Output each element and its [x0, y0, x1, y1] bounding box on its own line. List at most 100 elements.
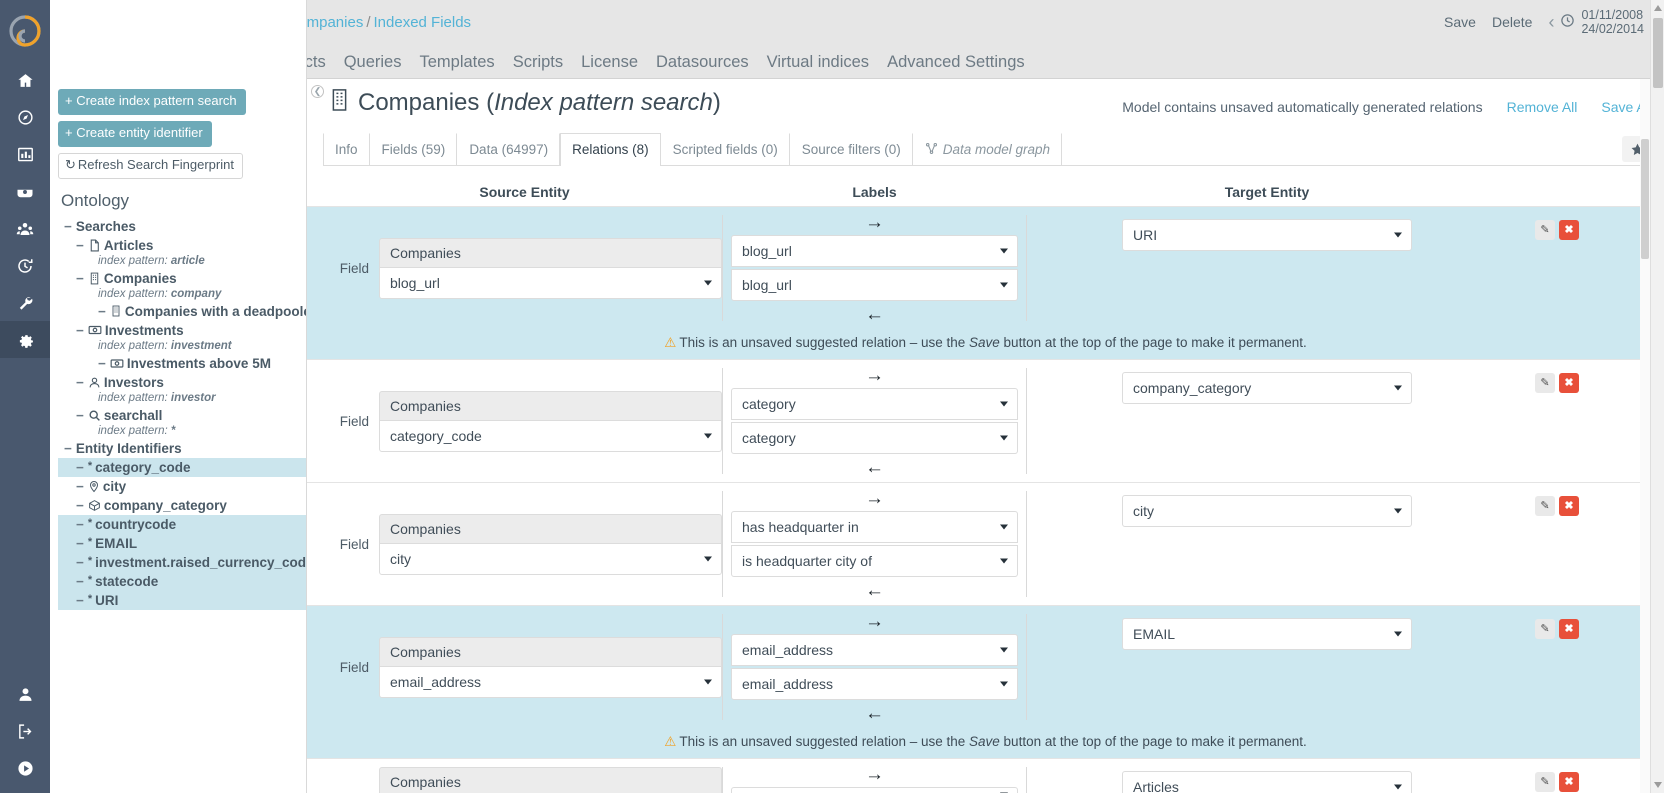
- label-backward-select[interactable]: category: [731, 422, 1018, 454]
- sidebar-item-companies[interactable]: − Companies index pattern: company: [58, 269, 307, 302]
- close-icon[interactable]: ✖: [1559, 619, 1579, 639]
- tab-info[interactable]: Info: [323, 133, 370, 165]
- refresh-search-fingerprint-button[interactable]: ↻ Refresh Search Fingerprint: [58, 152, 243, 179]
- delete-button[interactable]: Delete: [1492, 14, 1532, 30]
- close-icon[interactable]: ✖: [1559, 373, 1579, 393]
- save-button[interactable]: Save: [1444, 14, 1476, 30]
- target-entity-select[interactable]: URI: [1122, 219, 1412, 251]
- source-entity-name: Companies: [379, 237, 722, 267]
- sidebar-item-city[interactable]: − city: [58, 477, 307, 496]
- sidebar-item-companies-deadpooled[interactable]: − Companies with a deadpooled date: [58, 302, 351, 321]
- time-range-picker[interactable]: ‹ 01/11/2008 24/02/2014 ›: [1548, 8, 1656, 36]
- create-index-pattern-search-button[interactable]: + Create index pattern search: [58, 89, 246, 115]
- page-scrollbar-thumb[interactable]: [1653, 18, 1663, 88]
- sidebar-item-statecode[interactable]: − * statecode: [58, 571, 307, 591]
- tab-relations[interactable]: Relations (8): [560, 133, 661, 166]
- label-forward-select[interactable]: category: [731, 388, 1018, 420]
- target-entity-select[interactable]: company_category: [1122, 372, 1412, 404]
- close-icon[interactable]: ✖: [1559, 220, 1579, 240]
- sidebar-item-articles[interactable]: − Articles index pattern: article: [58, 236, 307, 269]
- source-field-select[interactable]: email_address: [379, 665, 722, 698]
- wrench-icon[interactable]: [0, 284, 50, 321]
- scroll-up-icon[interactable]: [1654, 5, 1662, 11]
- target-entity-select[interactable]: EMAIL: [1122, 618, 1412, 650]
- target-entity-select[interactable]: city: [1122, 495, 1412, 527]
- close-icon[interactable]: ✖: [1559, 496, 1579, 516]
- label-backward-select[interactable]: blog_url: [731, 269, 1018, 301]
- tree-group-searches[interactable]: − Searches: [58, 217, 307, 236]
- label-forward-select[interactable]: [731, 787, 1018, 793]
- source-field-select[interactable]: category_code: [379, 419, 722, 452]
- tab-scripted-fields[interactable]: Scripted fields (0): [660, 133, 790, 165]
- time-range-text[interactable]: 01/11/2008 24/02/2014: [1581, 8, 1644, 36]
- label-forward-select[interactable]: email_address: [731, 634, 1018, 666]
- create-entity-identifier-button[interactable]: + Create entity identifier: [58, 120, 212, 147]
- pencil-icon[interactable]: ✎: [1535, 772, 1555, 792]
- play-icon[interactable]: [0, 750, 50, 787]
- tab-data-model-graph[interactable]: Data model graph: [912, 133, 1063, 165]
- date-from: 01/11/2008: [1581, 8, 1644, 22]
- tab-templates[interactable]: Templates: [410, 53, 503, 78]
- tab-datasources[interactable]: Datasources: [647, 53, 758, 78]
- tab-license[interactable]: License: [572, 53, 647, 78]
- remove-all-button[interactable]: Remove All: [1507, 99, 1578, 115]
- sidebar-item-investors[interactable]: − Investors index pattern: investor: [58, 373, 307, 406]
- sidebar-item-label: searchall: [103, 407, 163, 423]
- close-icon[interactable]: ✖: [1559, 772, 1579, 792]
- sidebar-item-countrycode[interactable]: − * countrycode: [58, 514, 307, 534]
- inner-scrollbar-thumb[interactable]: [1641, 139, 1649, 259]
- inner-scrollbar-track[interactable]: [1640, 79, 1650, 793]
- sidebar-item-uri[interactable]: − * URI: [58, 590, 307, 610]
- label-forward-select[interactable]: blog_url: [731, 235, 1018, 267]
- target-entity-select[interactable]: Articles: [1122, 771, 1412, 793]
- pencil-icon[interactable]: ✎: [1535, 373, 1555, 393]
- sidebar-item-category-code[interactable]: − * category_code: [58, 457, 307, 477]
- kibi-logo[interactable]: [0, 0, 50, 62]
- dashboard-icon[interactable]: [0, 173, 50, 210]
- logout-icon[interactable]: [0, 713, 50, 750]
- document-icon: [88, 239, 101, 252]
- source-field-select[interactable]: blog_url: [379, 266, 722, 299]
- tab-virtual-indices[interactable]: Virtual indices: [758, 53, 878, 78]
- label-backward-select[interactable]: email_address: [731, 668, 1018, 700]
- gear-icon[interactable]: [0, 321, 50, 358]
- page-title-end: ): [712, 89, 721, 116]
- source-entity-stack: Companies: [379, 767, 722, 793]
- scroll-down-icon[interactable]: [1654, 782, 1662, 788]
- people-icon[interactable]: [0, 210, 50, 247]
- ontology-title: Ontology: [61, 190, 130, 210]
- compass-icon[interactable]: [0, 99, 50, 136]
- tab-scripts[interactable]: Scripts: [504, 53, 572, 78]
- source-field-select[interactable]: city: [379, 542, 722, 575]
- sidebar-item-company-category[interactable]: − company_category: [58, 496, 307, 515]
- collapse-left-icon[interactable]: ❮: [311, 85, 324, 98]
- page-scrollbar-track[interactable]: [1650, 0, 1664, 793]
- user-icon[interactable]: [0, 676, 50, 713]
- tab-saved-objects[interactable]: Saved Objects: [307, 53, 335, 78]
- pencil-icon[interactable]: ✎: [1535, 619, 1555, 639]
- sidebar-item-email[interactable]: − * EMAIL: [58, 533, 307, 553]
- content-panel: ❮ Companies (Index pattern search) Model…: [307, 79, 1664, 793]
- tree-group-entity-identifiers[interactable]: − Entity Identifiers: [58, 439, 307, 458]
- collapse-dash-icon: −: [76, 459, 84, 475]
- breadcrumb-companies[interactable]: Companies: [307, 14, 363, 31]
- home-icon[interactable]: [0, 62, 50, 99]
- sidebar-item-searchall[interactable]: − searchall index pattern: *: [58, 406, 307, 439]
- tab-fields[interactable]: Fields (59): [369, 133, 458, 165]
- timeline-icon[interactable]: [0, 247, 50, 284]
- sidebar-item-investments-above-5m[interactable]: − Investments above 5M: [58, 354, 307, 373]
- bar-chart-icon[interactable]: [0, 136, 50, 173]
- field-label: Field: [339, 536, 369, 552]
- label-backward-select[interactable]: is headquarter city of: [731, 545, 1018, 577]
- chevron-left-icon[interactable]: ‹: [1548, 12, 1554, 33]
- tab-advanced-settings[interactable]: Advanced Settings: [878, 53, 1034, 78]
- pencil-icon[interactable]: ✎: [1535, 496, 1555, 516]
- tab-source-filters[interactable]: Source filters (0): [789, 133, 913, 165]
- tab-data[interactable]: Data (64997): [457, 133, 561, 165]
- pencil-icon[interactable]: ✎: [1535, 220, 1555, 240]
- breadcrumb-indexed-fields[interactable]: Indexed Fields: [374, 14, 472, 31]
- sidebar-item-investments[interactable]: − Investments index pattern: investment: [58, 321, 307, 354]
- sidebar-item-investment-raised-currency-code[interactable]: − * investment.raised_currency_code: [58, 552, 314, 572]
- tab-queries[interactable]: Queries: [335, 53, 411, 78]
- label-forward-select[interactable]: has headquarter in: [731, 511, 1018, 543]
